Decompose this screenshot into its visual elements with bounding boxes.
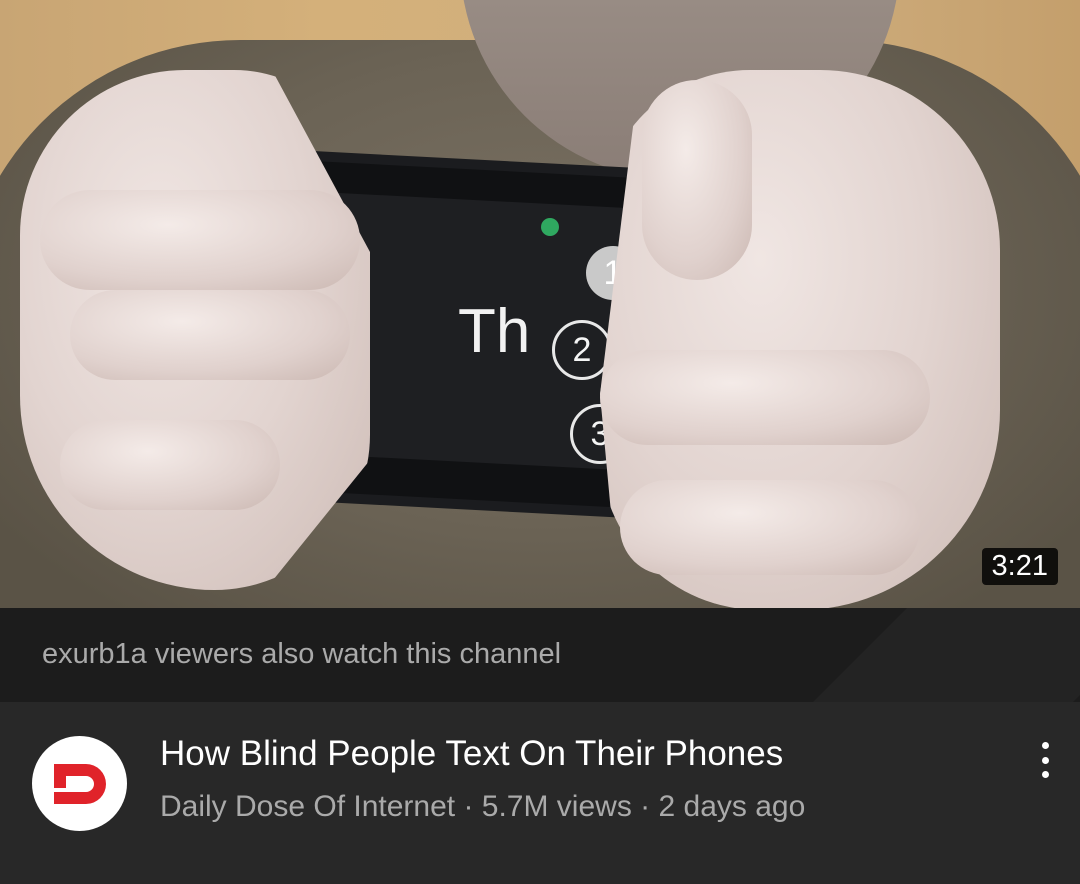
thumbnail-right-finger [620, 480, 920, 575]
video-card[interactable]: Th 1 2 3 6 3:21 exurb1a viewers also wat… [0, 0, 1080, 884]
thumbnail-screen-text: Th [458, 297, 531, 366]
thumbnail-left-finger [40, 190, 360, 290]
thumbnail-right-finger [600, 350, 930, 445]
video-details[interactable]: How Blind People Text On Their Phones Da… [0, 702, 1080, 884]
more-options-button[interactable] [1025, 738, 1065, 782]
recommendation-banner: exurb1a viewers also watch this channel [0, 608, 1080, 702]
banner-decorative-stripe [813, 608, 1080, 702]
video-thumbnail[interactable]: Th 1 2 3 6 3:21 [0, 0, 1080, 608]
recommendation-reason-text: exurb1a viewers also watch this channel [42, 638, 562, 670]
vertical-dots-icon [1041, 771, 1049, 778]
video-metadata: Daily Dose Of Internet · 5.7M views · 2 … [160, 790, 806, 823]
channel-avatar[interactable] [32, 736, 127, 831]
thumbnail-green-dot [541, 218, 559, 236]
daily-dose-logo-icon [53, 763, 106, 804]
thumbnail-left-finger [60, 420, 280, 510]
vertical-dots-icon [1041, 756, 1049, 764]
video-duration-badge: 3:21 [981, 548, 1058, 585]
video-title[interactable]: How Blind People Text On Their Phones [160, 734, 783, 774]
thumbnail-left-finger [70, 290, 350, 380]
vertical-dots-icon [1041, 742, 1049, 749]
thumbnail-right-thumb [642, 80, 752, 280]
